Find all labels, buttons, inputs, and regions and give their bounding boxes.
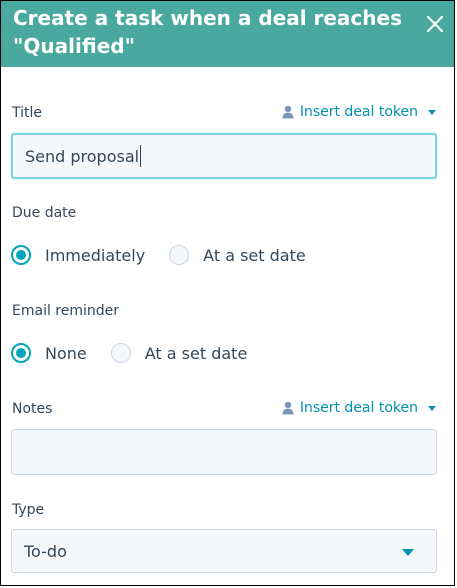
- radio-unchecked-icon: [169, 245, 190, 265]
- title-insert-token-link[interactable]: Insert deal token: [282, 104, 436, 120]
- due-date-set-date-radio[interactable]: At a set date: [169, 245, 306, 265]
- title-input-value: Send proposal: [25, 146, 140, 166]
- email-reminder-radio-group: None At a set date: [11, 343, 247, 363]
- chevron-down-icon: [428, 405, 436, 411]
- radio-label: At a set date: [144, 343, 248, 363]
- radio-checked-icon: [11, 245, 31, 265]
- notes-insert-token-link[interactable]: Insert deal token: [282, 400, 436, 416]
- person-icon: [282, 105, 294, 119]
- title-input[interactable]: Send proposal: [11, 133, 437, 179]
- notes-input[interactable]: [11, 429, 437, 475]
- email-reminder-none-radio[interactable]: None: [11, 343, 87, 363]
- caret-down-icon: [402, 549, 414, 556]
- due-date-radio-group: Immediately At a set date: [11, 245, 306, 265]
- title-label: Title: [12, 105, 43, 121]
- text-cursor: [140, 145, 142, 167]
- radio-label: None: [45, 343, 87, 363]
- notes-label: Notes: [12, 401, 53, 417]
- chevron-down-icon: [428, 109, 436, 115]
- person-icon: [282, 401, 294, 415]
- radio-label: At a set date: [203, 245, 306, 265]
- type-select[interactable]: To-do: [11, 529, 437, 573]
- due-date-label: Due date: [12, 205, 77, 221]
- email-reminder-set-date-radio[interactable]: At a set date: [110, 343, 248, 363]
- insert-token-label: Insert deal token: [299, 400, 418, 416]
- due-date-immediately-radio[interactable]: Immediately: [11, 245, 145, 265]
- type-select-value: To-do: [24, 541, 67, 561]
- close-icon: [426, 15, 444, 33]
- radio-unchecked-icon: [110, 343, 131, 363]
- radio-label: Immediately: [45, 245, 146, 265]
- radio-checked-icon: [11, 343, 31, 363]
- insert-token-label: Insert deal token: [299, 104, 418, 120]
- task-dialog: Create a task when a deal reaches "Quali…: [0, 0, 455, 586]
- close-button[interactable]: [420, 9, 450, 39]
- dialog-header: Create a task when a deal reaches "Quali…: [1, 1, 454, 67]
- email-reminder-label: Email reminder: [12, 303, 120, 319]
- type-label: Type: [12, 502, 45, 518]
- dialog-title: Create a task when a deal reaches "Quali…: [13, 6, 402, 58]
